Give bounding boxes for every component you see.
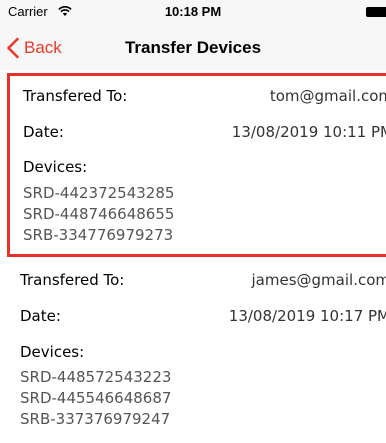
transfer-list-item[interactable]: Transfered To: tom@gmail.com Date: 13/08… [7, 73, 386, 257]
status-time: 10:18 PM [164, 4, 222, 19]
device-id: SRB-334776979273 [23, 226, 174, 244]
date-value: 13/08/2019 10:11 PM [231, 123, 386, 141]
page-title: Transfer Devices [124, 38, 262, 57]
date-label: Date: [23, 123, 64, 141]
status-bar: Carrier 10:18 PM [0, 0, 386, 26]
transferred-to-label: Transfered To: [23, 87, 128, 105]
device-id: SRB-337376979247 [20, 410, 171, 428]
device-id: SRD-448746648655 [23, 205, 175, 223]
navigation-bar: Back Transfer Devices [0, 26, 386, 70]
transferred-to-label: Transfered To: [20, 271, 125, 289]
battery-icon [366, 7, 386, 17]
date-value: 13/08/2019 10:17 PM [228, 307, 386, 325]
device-id: SRD-445546648687 [20, 389, 172, 407]
device-id: SRD-448572543223 [20, 368, 172, 386]
transfer-list-item[interactable]: Transfered To: james@gmail.com Date: 13/… [7, 259, 386, 443]
devices-label: Devices: [20, 343, 85, 361]
transferred-to-value: tom@gmail.com [269, 87, 386, 105]
device-id: SRD-442372543285 [23, 184, 175, 202]
devices-label: Devices: [23, 158, 88, 176]
date-label: Date: [20, 307, 61, 325]
transferred-to-value: james@gmail.com [251, 271, 386, 289]
